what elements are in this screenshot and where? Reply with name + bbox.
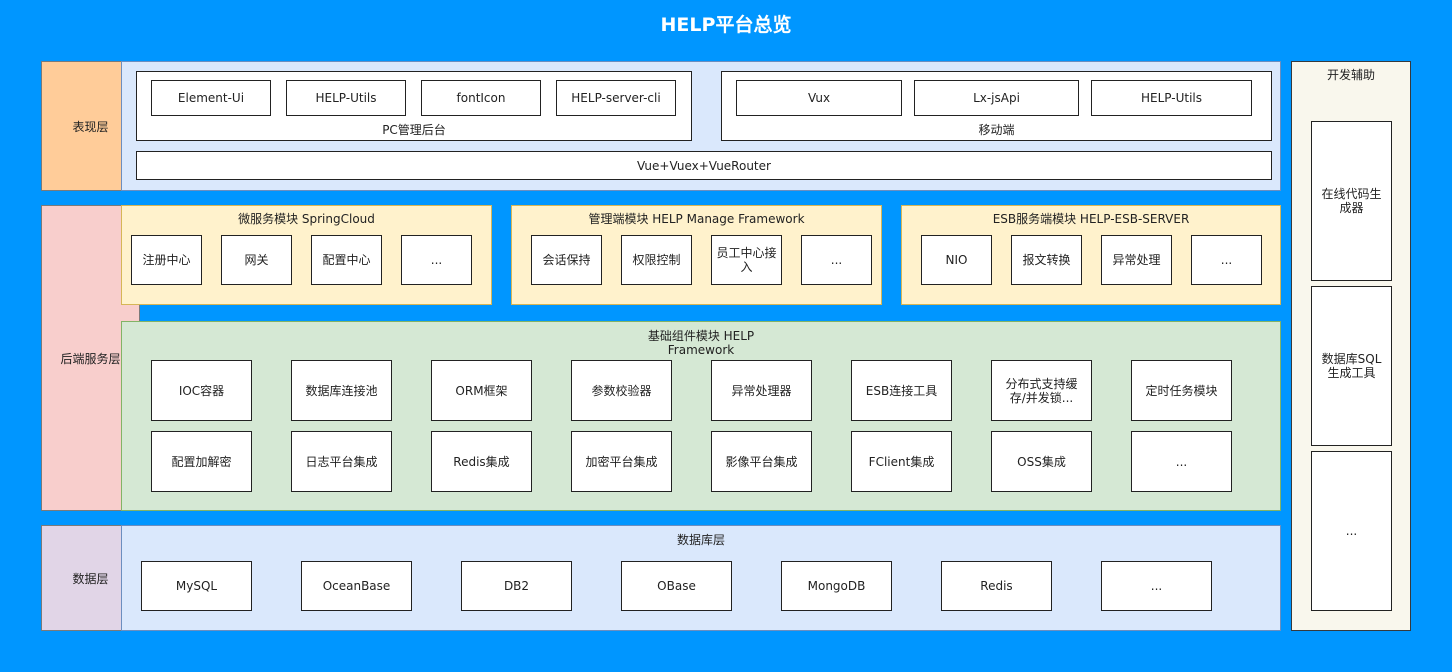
mobile-item: HELP-Utils	[1091, 80, 1252, 116]
framework-item: 定时任务模块	[1131, 360, 1232, 421]
esb-item: ...	[1191, 235, 1262, 285]
database-item: MySQL	[141, 561, 252, 611]
pc-item: HELP-Utils	[286, 80, 406, 116]
framework-item: OSS集成	[991, 431, 1092, 492]
microservice-item: 注册中心	[131, 235, 202, 285]
database-item: MongoDB	[781, 561, 892, 611]
pc-item: Element-Ui	[151, 80, 271, 116]
vue-base-box: Vue+Vuex+VueRouter	[136, 151, 1272, 180]
manage-item: 权限控制	[621, 235, 692, 285]
database-item: OceanBase	[301, 561, 412, 611]
manage-item: ...	[801, 235, 872, 285]
dev-tool-item: 在线代码生成器	[1311, 121, 1392, 281]
esb-item: 报文转换	[1011, 235, 1082, 285]
microservice-item: 网关	[221, 235, 292, 285]
dev-tool-item: 数据库SQL生成工具	[1311, 286, 1392, 446]
framework-item: FClient集成	[851, 431, 952, 492]
mobile-item: Vux	[736, 80, 902, 116]
mobile-caption: 移动端	[978, 123, 1015, 137]
pc-admin-caption: PC管理后台	[382, 123, 446, 137]
esb-item: NIO	[921, 235, 992, 285]
database-title: 数据库层	[676, 533, 725, 547]
diagram-canvas: HELP平台总览 表现层 后端服务层 数据层 Element-Ui HELP-U…	[0, 0, 1452, 672]
database-item: ...	[1101, 561, 1212, 611]
manage-item: 会话保持	[531, 235, 602, 285]
mobile-item: Lx-jsApi	[914, 80, 1079, 116]
framework-item: 加密平台集成	[571, 431, 672, 492]
database-item: DB2	[461, 561, 572, 611]
microservice-item: 配置中心	[311, 235, 382, 285]
esb-item: 异常处理	[1101, 235, 1172, 285]
framework-item: 日志平台集成	[291, 431, 392, 492]
framework-title-line1: 基础组件模块 HELP	[647, 329, 755, 343]
framework-item: ...	[1131, 431, 1232, 492]
framework-item: Redis集成	[431, 431, 532, 492]
microservice-title: 微服务模块 SpringCloud	[238, 212, 375, 226]
framework-item: IOC容器	[151, 360, 252, 421]
dev-tools-title: 开发辅助	[1326, 68, 1375, 82]
framework-item: 影像平台集成	[711, 431, 812, 492]
framework-title-line2: Framework	[667, 343, 735, 357]
microservice-item: ...	[401, 235, 472, 285]
diagram-title: HELP平台总览	[660, 14, 792, 36]
database-item: OBase	[621, 561, 732, 611]
pc-item: HELP-server-cli	[556, 80, 676, 116]
framework-item: 异常处理器	[711, 360, 812, 421]
pc-item: fontIcon	[421, 80, 541, 116]
framework-item: 配置加解密	[151, 431, 252, 492]
framework-item: 数据库连接池	[291, 360, 392, 421]
esb-title: ESB服务端模块 HELP-ESB-SERVER	[992, 212, 1190, 226]
database-item: Redis	[941, 561, 1052, 611]
framework-item: 分布式支持缓存/并发锁...	[991, 360, 1092, 421]
manage-item: 员工中心接入	[711, 235, 782, 285]
dev-tool-item: ...	[1311, 451, 1392, 611]
framework-item: ORM框架	[431, 360, 532, 421]
manage-title: 管理端模块 HELP Manage Framework	[588, 212, 805, 226]
framework-item: 参数校验器	[571, 360, 672, 421]
framework-item: ESB连接工具	[851, 360, 952, 421]
